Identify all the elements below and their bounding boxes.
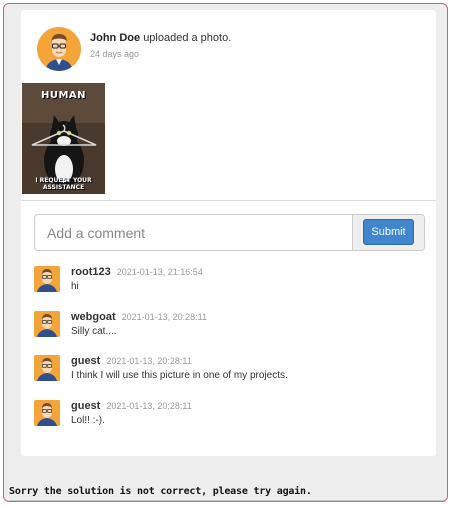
post-action: uploaded a photo. xyxy=(143,32,232,44)
comment-input[interactable] xyxy=(35,215,353,250)
submit-button[interactable]: Submit xyxy=(363,219,414,245)
post-header: John Doe uploaded a photo. xyxy=(90,32,231,44)
status-divider xyxy=(9,500,447,501)
comment-form: Submit xyxy=(34,214,425,251)
commenter-avatar-icon xyxy=(34,311,60,337)
divider xyxy=(21,200,436,201)
submit-addon: Submit xyxy=(353,215,424,250)
comment-author[interactable]: guest xyxy=(71,355,100,367)
feedback-message: Sorry the solution is not correct, pleas… xyxy=(9,486,312,497)
comment-author[interactable]: webgoat xyxy=(71,311,116,323)
comment-header: root123 2021-01-13, 21:16:54 xyxy=(71,266,203,278)
comment-date: 2021-01-13, 20:28:11 xyxy=(121,312,208,322)
comment-header: webgoat 2021-01-13, 20:28:11 xyxy=(71,311,207,323)
commenter-avatar-icon xyxy=(34,266,60,292)
comment-item: webgoat 2021-01-13, 20:28:11 Silly cat...… xyxy=(34,311,424,347)
comment-text: Lol!! :-). xyxy=(71,415,105,426)
comment-header: guest 2021-01-13, 20:28:11 xyxy=(71,400,192,412)
comment-text: hi xyxy=(71,281,79,292)
poster-name[interactable]: John Doe xyxy=(90,32,140,44)
post-timestamp: 24 days ago xyxy=(90,49,140,59)
photo-post-card: John Doe uploaded a photo. 24 days ago H… xyxy=(21,10,436,456)
comment-header: guest 2021-01-13, 20:28:11 xyxy=(71,355,192,367)
comment-date: 2021-01-13, 20:28:11 xyxy=(106,401,192,411)
photo-caption-bottom-line-1: I REQUEST YOUR xyxy=(35,177,92,184)
comment-item: root123 2021-01-13, 21:16:54 hi xyxy=(34,266,424,302)
photo-caption-top: HUMAN xyxy=(40,90,87,101)
poster-avatar-icon xyxy=(37,27,81,71)
comment-author[interactable]: guest xyxy=(71,400,100,412)
comment-date: 2021-01-13, 21:16:54 xyxy=(116,267,203,277)
comment-item: guest 2021-01-13, 20:28:11 I think I will… xyxy=(34,355,424,391)
comment-item: guest 2021-01-13, 20:28:11 Lol!! :-). xyxy=(34,400,424,436)
commenter-avatar-icon xyxy=(34,400,60,426)
commenter-avatar-icon xyxy=(34,355,60,381)
comment-author[interactable]: root123 xyxy=(71,266,111,278)
comment-text: Silly cat.... xyxy=(71,326,117,337)
photo-caption-bottom: I REQUEST YOUR ASSISTANCE xyxy=(22,177,105,191)
comment-date: 2021-01-13, 20:28:11 xyxy=(106,356,192,366)
content-frame: John Doe uploaded a photo. 24 days ago H… xyxy=(3,3,448,502)
photo-caption-bottom-line-2: ASSISTANCE xyxy=(42,184,85,191)
comment-text: I think I will use this picture in one o… xyxy=(71,370,288,381)
cat-photo: HUMAN I REQUEST YOUR ASSISTANCE xyxy=(22,83,105,194)
